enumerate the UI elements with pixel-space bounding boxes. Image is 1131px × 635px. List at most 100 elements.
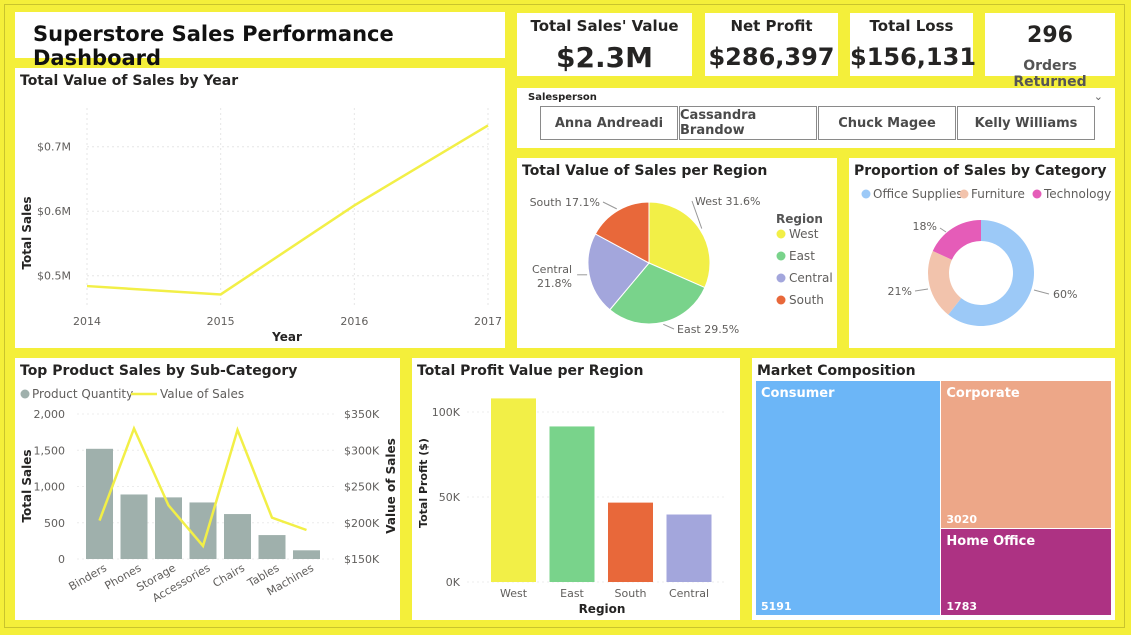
- sales-line[interactable]: [86, 124, 489, 296]
- slice-label: 60%: [1053, 288, 1077, 301]
- legend-marker: [776, 295, 786, 305]
- y2-tick-label: $150K: [344, 553, 380, 566]
- sales-by-year-panel: Total Value of Sales by Year $0.5M $0.6M $…: [15, 68, 505, 348]
- kpi-label: Total Loss: [869, 17, 954, 35]
- y-tick-label: 0: [58, 553, 65, 566]
- sales-by-category-chart[interactable]: Office Supplies Furniture Technology 60% 21…: [849, 158, 1115, 348]
- label-leader: [1033, 289, 1050, 295]
- chevron-down-icon[interactable]: ⌄: [1094, 90, 1103, 103]
- label-leader: [939, 227, 947, 233]
- label-leader: [663, 323, 675, 330]
- title-panel: Superstore Sales Performance Dashboard: [15, 12, 505, 70]
- kpi-label: Total Sales' Value: [530, 17, 679, 35]
- treemap-label: Consumer: [761, 386, 835, 401]
- y2-tick-label: $350K: [344, 408, 380, 421]
- profit-per-region-panel: Total Profit Value per Region 0K 50K 100K …: [412, 358, 740, 620]
- quantity-bar-phones[interactable]: [120, 494, 148, 559]
- subcategory-panel: Top Product Sales by Sub-Category Produc…: [15, 358, 400, 620]
- legend-marker: [776, 251, 786, 261]
- slice-label: 18%: [913, 220, 937, 233]
- y-tick-label: 0K: [446, 576, 461, 589]
- x-tick-label: Chairs: [210, 561, 247, 590]
- treemap-label: Home Office: [946, 534, 1036, 550]
- x-tick-label: Binders: [66, 561, 109, 593]
- donut-slice[interactable]: [932, 220, 981, 260]
- treemap-tile-consumer[interactable]: Consumer 5191: [756, 381, 941, 615]
- treemap-value: 1783: [946, 599, 978, 613]
- y-tick-label: 500: [44, 517, 65, 530]
- legend-title: Region: [776, 212, 823, 226]
- slice-label: 21%: [888, 285, 912, 298]
- quantity-bar-machines[interactable]: [293, 550, 320, 559]
- sales-by-category-panel: Proportion of Sales by Category Office S…: [849, 158, 1115, 348]
- y-axis-title: Total Sales: [20, 196, 34, 269]
- treemap-label: Corporate: [946, 386, 1020, 401]
- market-composition-treemap[interactable]: Consumer 5191 Corporate 3020 Home Office 1783: [752, 358, 1115, 620]
- slicer-option-cassandra-brandow[interactable]: Cassandra Brandow: [679, 106, 817, 140]
- legend-label: Product Quantity: [32, 387, 133, 401]
- kpi-label: Orders Returned: [1013, 58, 1087, 90]
- kpi-value: $156,131: [850, 43, 977, 71]
- profit-per-region-chart[interactable]: 0K 50K 100K West East South Central Total Pro…: [412, 358, 740, 620]
- legend-marker: [776, 229, 786, 239]
- legend-label: South: [789, 293, 824, 307]
- quantity-bar-tables[interactable]: [258, 535, 286, 559]
- treemap-tile-corporate[interactable]: Corporate 3020: [941, 381, 1111, 529]
- y-tick-label: 1,500: [34, 444, 66, 457]
- legend-label: Value of Sales: [160, 387, 244, 401]
- profit-bar-west[interactable]: [491, 398, 536, 582]
- label-leader: [914, 288, 929, 292]
- legend-marker: [776, 273, 786, 283]
- legend-label: East: [789, 249, 815, 263]
- quantity-bar-chairs[interactable]: [224, 514, 251, 559]
- x-tick-label: West: [500, 587, 528, 600]
- x-tick-label: 2016: [340, 315, 368, 328]
- kpi-total-sales[interactable]: Total Sales' Value $2.3M: [517, 13, 692, 76]
- slicer-option-anna-andreadi[interactable]: Anna Andreadi: [540, 106, 678, 140]
- y-tick-label: $0.6M: [37, 205, 71, 218]
- profit-bar-east[interactable]: [549, 426, 595, 582]
- y-tick-label: 1,000: [34, 481, 66, 494]
- x-axis-title: Year: [271, 330, 302, 344]
- kpi-value: 296: [1027, 23, 1073, 48]
- x-tick-label: 2014: [73, 315, 101, 328]
- slicer-option-kelly-williams[interactable]: Kelly Williams: [957, 106, 1095, 140]
- x-tick-label: Central: [669, 587, 709, 600]
- y-tick-label: $0.7M: [37, 141, 71, 154]
- treemap-value: 5191: [761, 600, 792, 613]
- legend-label: Central: [789, 271, 833, 285]
- sales-per-region-chart[interactable]: West 31.6%East 29.5%Central21.8%South 17…: [517, 158, 837, 348]
- sales-by-year-chart[interactable]: $0.5M $0.6M $0.7M 2014 2015 2016 2017 Total S…: [15, 68, 505, 348]
- slice-label: West 31.6%: [695, 195, 760, 208]
- kpi-value: $2.3M: [556, 41, 653, 74]
- x-tick-label: 2017: [474, 315, 502, 328]
- slice-label: 21.8%: [537, 277, 572, 290]
- profit-bar-central[interactable]: [666, 514, 712, 582]
- y2-axis-title: Value of Sales: [384, 438, 398, 533]
- kpi-orders-returned[interactable]: 296 Orders Returned: [985, 13, 1115, 90]
- y-axis-title: Total Profit ($): [417, 438, 430, 528]
- y-tick-label: 2,000: [34, 408, 66, 421]
- market-composition-panel: Market Composition Consumer 5191 Corporate…: [752, 358, 1115, 620]
- profit-bar-south[interactable]: [608, 502, 653, 582]
- slice-label: South 17.1%: [530, 196, 600, 209]
- subcategory-chart[interactable]: Product Quantity Value of Sales 0 500 1,000…: [15, 358, 400, 620]
- y2-tick-label: $300K: [344, 444, 380, 457]
- slice-label: Central: [532, 263, 572, 276]
- kpi-total-loss[interactable]: Total Loss $156,131: [850, 13, 977, 76]
- kpi-value: $286,397: [708, 43, 835, 71]
- legend-label: Office Supplies: [873, 187, 963, 201]
- legend-label: West: [789, 227, 819, 241]
- treemap-tile-home-office[interactable]: Home Office 1783: [941, 529, 1111, 615]
- page-title: Superstore Sales Performance Dashboard: [33, 22, 394, 70]
- x-tick-label: East: [560, 587, 584, 600]
- legend-marker: [20, 389, 30, 399]
- kpi-net-profit[interactable]: Net Profit $286,397: [705, 13, 838, 76]
- slicer-option-chuck-magee[interactable]: Chuck Magee: [818, 106, 956, 140]
- x-tick-label: South: [615, 587, 647, 600]
- y-tick-label: 50K: [439, 491, 461, 504]
- y-axis-title: Total Sales: [20, 449, 34, 522]
- label-leader: [602, 201, 617, 210]
- x-tick-label: 2015: [207, 315, 235, 328]
- quantity-bar-binders[interactable]: [86, 448, 113, 559]
